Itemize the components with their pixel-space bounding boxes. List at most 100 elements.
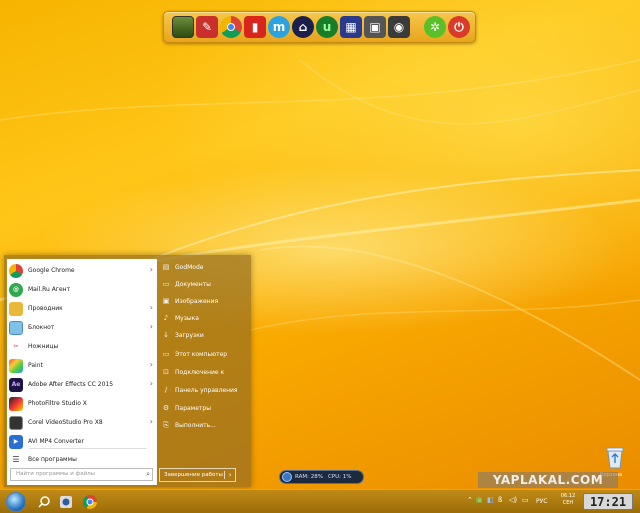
speaker-icon[interactable]: ◉ (388, 16, 410, 38)
ram-cpu-widget: RAM: 28% CPU: 1% (279, 470, 364, 484)
program-item-mail-agent[interactable]: @ Mail.Ru Агент (7, 280, 157, 299)
watermark: YAPLAKAL.COM (478, 472, 618, 488)
chevron-right-icon[interactable]: › (150, 265, 153, 274)
connect-icon: ⊡ (163, 368, 169, 376)
program-label: Corel VideoStudio Pro X8 (28, 419, 103, 426)
program-item-after-effects[interactable]: Ae Adobe After Effects CC 2015 › (7, 375, 157, 394)
monitor-icon[interactable] (172, 16, 194, 38)
search-placeholder: Найти программы и файлы (16, 471, 96, 477)
chair-icon[interactable]: ▮ (244, 16, 266, 38)
program-item-notepad[interactable]: Блокнот › (7, 318, 157, 337)
program-label: Google Chrome (28, 267, 75, 274)
home-icon[interactable]: ⌂ (292, 16, 314, 38)
computer-icon: ▭ (162, 350, 170, 358)
all-programs-label: Все программы (28, 456, 77, 463)
scissors-icon: ✂ (9, 339, 23, 354)
chevron-right-icon[interactable]: › (150, 417, 153, 426)
search-icon[interactable] (36, 494, 52, 510)
clapper-icon[interactable]: ▦ (340, 16, 362, 38)
show-hidden-icons-icon[interactable]: ⌃ (467, 496, 473, 504)
right-item-label: Изображения (175, 297, 219, 305)
mail-agent-icon: @ (9, 282, 23, 297)
utorrent-icon[interactable]: u (316, 16, 338, 38)
right-item-label: Выполнить... (175, 421, 216, 429)
search-icon: ⌕ (146, 470, 150, 478)
program-item-scissors[interactable]: ✂ Ножницы (7, 337, 157, 356)
search-input[interactable]: Найти программы и файлы ⌕ (10, 468, 153, 481)
photofiltre-icon (9, 396, 23, 411)
right-item-label: Параметры (175, 404, 211, 412)
program-label: Проводник (28, 305, 63, 312)
program-item-photofiltre[interactable]: PhotoFiltre Studio X (7, 394, 157, 413)
chevron-right-icon[interactable]: › (150, 379, 153, 388)
corel-icon (9, 415, 23, 430)
chrome-taskbar-icon[interactable] (82, 494, 98, 510)
folder-icon (9, 301, 23, 316)
chevron-right-icon[interactable]: › (150, 360, 153, 369)
downloads-icon: ↓ (163, 331, 169, 339)
meter-icon (282, 472, 292, 482)
right-item-control-panel[interactable]: ∕ Панель управления (161, 382, 249, 398)
list-icon: ☰ (12, 455, 20, 464)
film-icon[interactable]: ▣ (364, 16, 386, 38)
programs-pane: Google Chrome › @ Mail.Ru Агент Проводни… (7, 259, 157, 485)
right-item-run[interactable]: ⎘ Выполнить... (161, 417, 249, 433)
date-display[interactable]: 06.12 СЕН (558, 493, 578, 507)
tray-app-icon[interactable]: ◧ (487, 496, 494, 504)
right-item-connect[interactable]: ⊡ Подключение к (161, 364, 249, 380)
tray-app-icon[interactable]: ▣ (476, 496, 483, 504)
bluetooth-icon[interactable]: ß (498, 496, 502, 504)
program-item-corel[interactable]: Corel VideoStudio Pro X8 › (7, 413, 157, 432)
shutdown-options-button[interactable]: › (224, 471, 235, 479)
documents-icon: ▭ (162, 280, 170, 288)
notification-icon[interactable]: ▭ (522, 496, 529, 504)
program-label: Paint (28, 362, 43, 369)
right-item-label: Этот компьютер (175, 350, 228, 358)
right-item-settings[interactable]: ⚙ Параметры (161, 400, 249, 416)
program-item-explorer[interactable]: Проводник › (7, 299, 157, 318)
pdf-reader-icon[interactable]: ✎ (196, 16, 218, 38)
shutdown-label: Завершение работы (164, 472, 223, 478)
date-month: СЕН (562, 500, 574, 506)
notepad-icon (9, 320, 23, 335)
cpu-value: CPU: 1% (327, 474, 352, 480)
chevron-right-icon[interactable]: › (150, 303, 153, 312)
right-item-documents[interactable]: ▭ Документы (161, 276, 249, 292)
start-menu: Google Chrome › @ Mail.Ru Агент Проводни… (4, 255, 251, 487)
clock[interactable]: 17:21 (583, 493, 633, 510)
converter-icon: ▶ (9, 434, 23, 449)
chrome-icon[interactable] (220, 16, 242, 38)
right-item-music[interactable]: ♪ Музыка (161, 310, 249, 326)
messenger-icon[interactable]: m (268, 16, 290, 38)
program-label: Ножницы (28, 343, 59, 350)
language-indicator[interactable]: РУС (536, 498, 547, 505)
chevron-right-icon[interactable]: › (150, 322, 153, 331)
right-item-computer[interactable]: ▭ Этот компьютер (161, 346, 249, 362)
paint-icon (9, 358, 23, 373)
all-programs-item[interactable]: ☰ Все программы (7, 450, 157, 469)
taskbar: ⌃ ▣ ◧ ß ◁) ▭ РУС 06.12 СЕН 17:21 (0, 489, 640, 513)
volume-icon[interactable]: ◁) (509, 496, 517, 504)
right-item-label: GodMode (175, 263, 204, 271)
program-item-chrome[interactable]: Google Chrome › (7, 261, 157, 280)
top-dock: ✎ ▮ m ⌂ u ▦ ▣ ◉ ✲ ⏻ (163, 11, 476, 43)
start-button[interactable] (6, 492, 26, 512)
power-icon[interactable]: ⏻ (448, 16, 470, 38)
recycle-green-icon[interactable]: ✲ (424, 16, 446, 38)
recycle-bin-icon[interactable] (602, 444, 628, 470)
program-label: Блокнот (28, 324, 55, 331)
program-label: PhotoFiltre Studio X (28, 400, 87, 407)
right-item-pictures[interactable]: ▣ Изображения (161, 293, 249, 309)
right-item-godmode[interactable]: ▤ GodMode (161, 259, 249, 275)
run-icon: ⎘ (163, 420, 169, 429)
media-player-icon[interactable] (58, 494, 74, 510)
shutdown-button[interactable]: Завершение работы › (159, 468, 236, 482)
program-item-paint[interactable]: Paint › (7, 356, 157, 375)
program-label: Adobe After Effects CC 2015 (28, 381, 114, 388)
godmode-icon: ▤ (162, 263, 170, 271)
after-effects-icon: Ae (9, 377, 23, 392)
right-item-label: Загрузки (175, 331, 204, 339)
pictures-icon: ▣ (162, 297, 170, 305)
right-item-downloads[interactable]: ↓ Загрузки (161, 327, 249, 343)
chrome-icon (9, 263, 23, 278)
